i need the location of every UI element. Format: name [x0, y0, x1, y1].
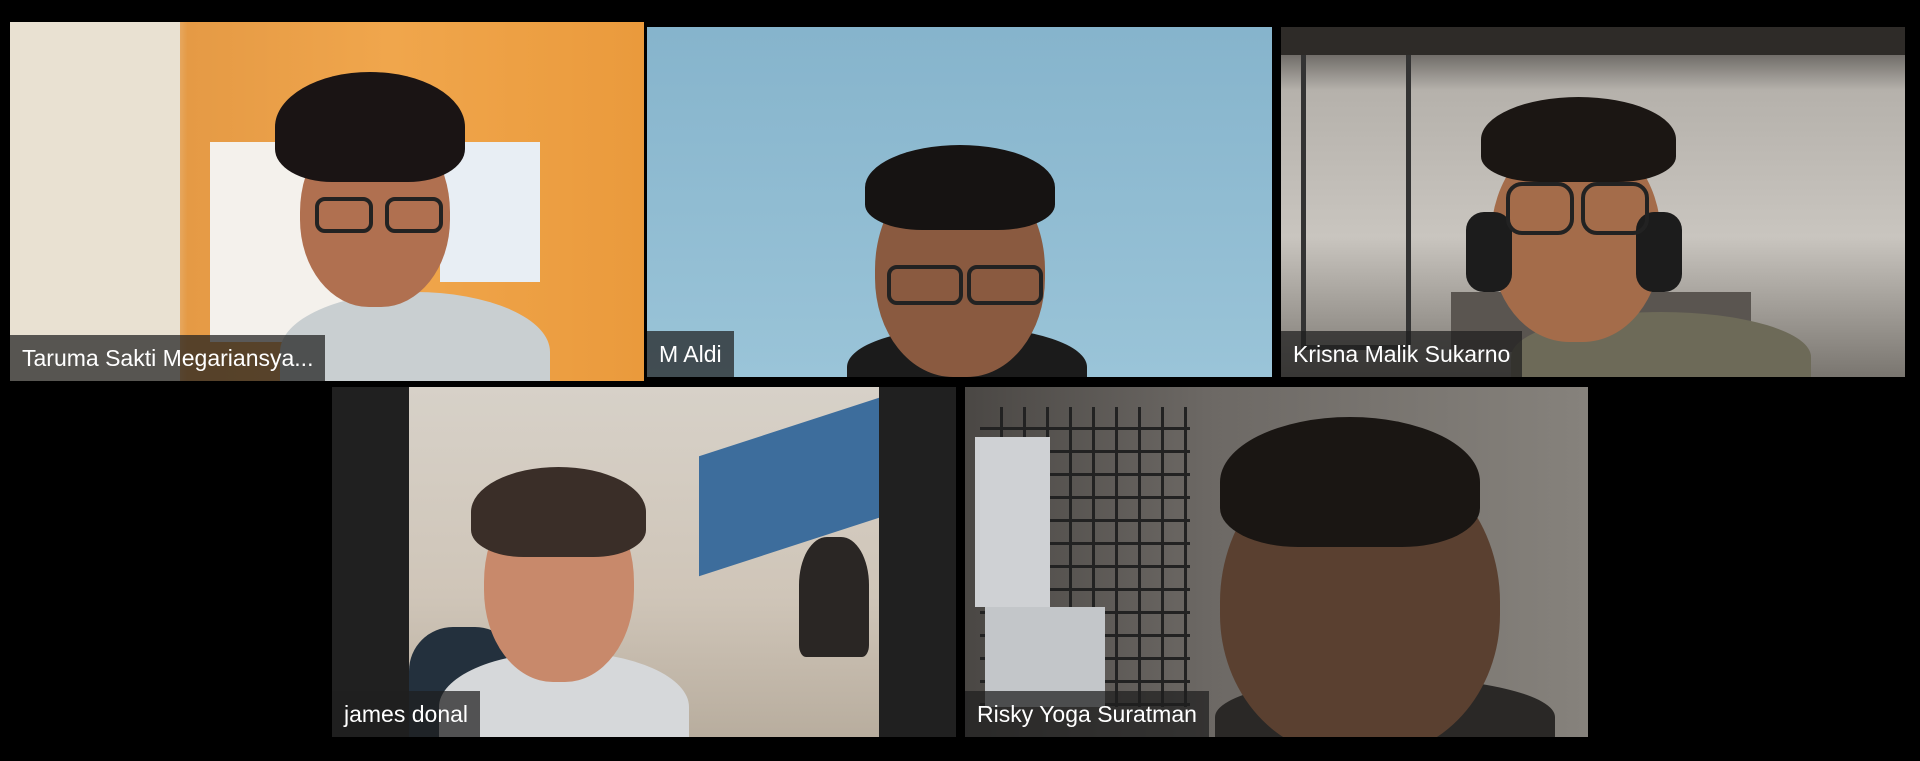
participant-name-label: Taruma Sakti Megariansya... — [10, 335, 326, 381]
participant-name-label: james donal — [332, 691, 481, 737]
participant-tile-risky[interactable]: Risky Yoga Suratman — [965, 387, 1588, 737]
participant-tile-m-aldi[interactable]: M Aldi — [647, 27, 1272, 377]
participant-video — [1281, 27, 1905, 377]
participant-video — [647, 27, 1272, 377]
participant-tile-james-donal[interactable]: james donal — [332, 387, 956, 737]
participant-tile-taruma[interactable]: Taruma Sakti Megariansya... — [10, 22, 644, 381]
participant-video — [965, 387, 1588, 737]
participant-name-label: Risky Yoga Suratman — [965, 691, 1209, 737]
participant-video — [10, 22, 644, 381]
participant-video — [409, 387, 879, 737]
participant-name-label: Krisna Malik Sukarno — [1281, 331, 1523, 377]
participant-name-label: M Aldi — [647, 331, 734, 377]
participant-tile-krisna[interactable]: Krisna Malik Sukarno — [1281, 27, 1905, 377]
